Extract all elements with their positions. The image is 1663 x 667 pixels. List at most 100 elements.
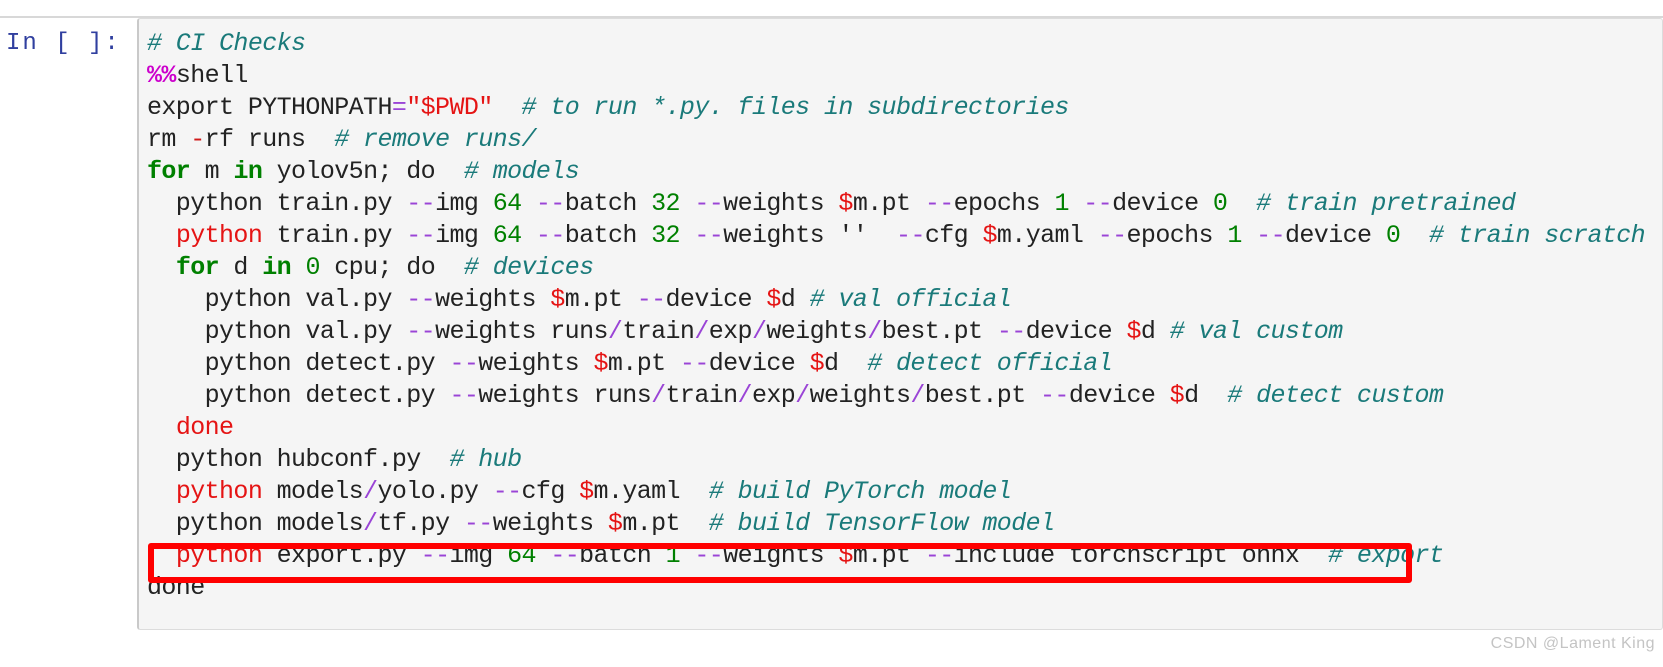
code-token-plain: export.py [262, 541, 421, 570]
code-token-plain: d [1184, 381, 1228, 410]
code-token-var: $ [1126, 317, 1141, 346]
code-token-plain: weights [723, 541, 839, 570]
code-token-var: $ [1169, 381, 1185, 410]
code-token-slash: / [607, 317, 623, 346]
code-token-flag: -- [996, 317, 1026, 346]
code-token-plain: weights [478, 349, 594, 378]
code-token-var: $ [766, 285, 781, 314]
code-token-plain: weights [723, 221, 839, 250]
code-token-eq: = [391, 93, 407, 122]
code-token-flag: -- [535, 189, 565, 218]
code-token-plain: exp [751, 381, 796, 410]
code-token-red: python [175, 221, 263, 250]
code-line[interactable]: python val.py --weights runs/train/exp/w… [147, 316, 1662, 348]
code-token-slash: / [363, 477, 378, 506]
cell-execution-prompt[interactable]: In [ ]: [6, 30, 134, 57]
code-token-str: " [406, 93, 421, 122]
code-token-plain: export PYTHONPATH [147, 93, 392, 122]
code-editor-area[interactable]: # CI Checks %%shell export PYTHONPATH="$PW… [147, 28, 1662, 604]
code-token-slash: / [363, 509, 378, 538]
code-token-var: $PWD [420, 93, 479, 122]
code-token-plain: models [262, 477, 364, 506]
code-token-plain: epochs [1126, 221, 1228, 250]
code-token-var: $ [607, 509, 623, 538]
code-token-plain: train.py [262, 221, 407, 250]
code-line[interactable]: python hubconf.py # hub [147, 444, 1662, 476]
code-line[interactable]: %%shell [147, 60, 1662, 92]
watermark-text: CSDN @Lament King [1490, 635, 1655, 652]
code-token-slash: / [795, 381, 810, 410]
code-line[interactable]: python detect.py --weights runs/train/ex… [147, 380, 1662, 412]
code-token-plain: include torchscript onnx [953, 541, 1329, 570]
code-token-plain: cfg [924, 221, 983, 250]
code-token-plain: d [1140, 317, 1170, 346]
code-line[interactable]: for m in yolov5n; do # models [147, 156, 1662, 188]
code-line[interactable]: python val.py --weights $m.pt --device $… [147, 284, 1662, 316]
code-token-plain: d [780, 285, 810, 314]
code-token-op: - [190, 125, 205, 154]
code-line[interactable]: done [147, 412, 1662, 444]
code-token-plain: best.pt [881, 317, 997, 346]
code-cell[interactable]: # CI Checks %%shell export PYTHONPATH="$PW… [137, 18, 1663, 630]
code-token-flag: -- [550, 541, 580, 570]
code-token-plain: weights [723, 189, 839, 218]
code-token-plain: m.yaml [593, 477, 709, 506]
code-token-plain: yolo.py [377, 477, 493, 506]
code-token-plain: python train.py [147, 189, 407, 218]
code-line[interactable]: done [147, 572, 1662, 604]
code-token-flag: -- [636, 285, 666, 314]
code-token-plain: rm [147, 125, 191, 154]
code-line[interactable]: # CI Checks [147, 28, 1662, 60]
code-line[interactable]: python models/tf.py --weights $m.pt # bu… [147, 508, 1662, 540]
code-token-plain: d [219, 253, 263, 282]
code-token-plain: exp [708, 317, 753, 346]
code-token-flag: -- [449, 381, 479, 410]
code-token-comment: # detect custom [1227, 381, 1444, 410]
code-token-comment: # devices [463, 253, 594, 282]
code-token-plain: m.pt [852, 189, 925, 218]
code-token-plain: device [708, 349, 810, 378]
code-token-keyword: in [262, 253, 292, 282]
code-token-plain: img [449, 541, 508, 570]
code-line[interactable]: python train.py --img 64 --batch 32 --we… [147, 220, 1662, 252]
code-token-var: $ [838, 541, 853, 570]
code-token-number: 1 [1227, 221, 1242, 250]
code-token-flag: -- [492, 477, 522, 506]
code-token-plain: weights [492, 509, 608, 538]
code-line[interactable]: rm -rf runs # remove runs/ [147, 124, 1662, 156]
code-line[interactable]: python models/yolo.py --cfg $m.yaml # bu… [147, 476, 1662, 508]
code-token-flag: -- [420, 541, 450, 570]
code-token-comment: # detect official [867, 349, 1113, 378]
code-token-slash: / [867, 317, 882, 346]
code-token-red: done [175, 413, 234, 442]
code-token-number: 64 [492, 221, 522, 250]
code-token-plain: m.pt [622, 509, 709, 538]
code-token-flag: -- [406, 285, 436, 314]
code-token-plain: m.pt [607, 349, 680, 378]
code-token-comment: # remove runs/ [334, 125, 536, 154]
code-line[interactable]: for d in 0 cpu; do # devices [147, 252, 1662, 284]
code-token-slash: / [737, 381, 753, 410]
code-token-str: " [478, 93, 493, 122]
code-token-number: 0 [1385, 221, 1401, 250]
code-token-magic: %% [147, 61, 176, 90]
code-line[interactable]: python export.py --img 64 --batch 1 --we… [147, 540, 1662, 572]
code-token-plain: batch [564, 221, 652, 250]
code-line[interactable]: python detect.py --weights $m.pt --devic… [147, 348, 1662, 380]
code-line[interactable]: export PYTHONPATH="$PWD" # to run *.py. … [147, 92, 1662, 124]
code-token-plain: tf.py [377, 509, 464, 538]
code-line[interactable]: python train.py --img 64 --batch 32 --we… [147, 188, 1662, 220]
code-token-plain: cpu; do [319, 253, 464, 282]
code-token-slash: / [751, 317, 767, 346]
code-token-plain: m [190, 157, 234, 186]
